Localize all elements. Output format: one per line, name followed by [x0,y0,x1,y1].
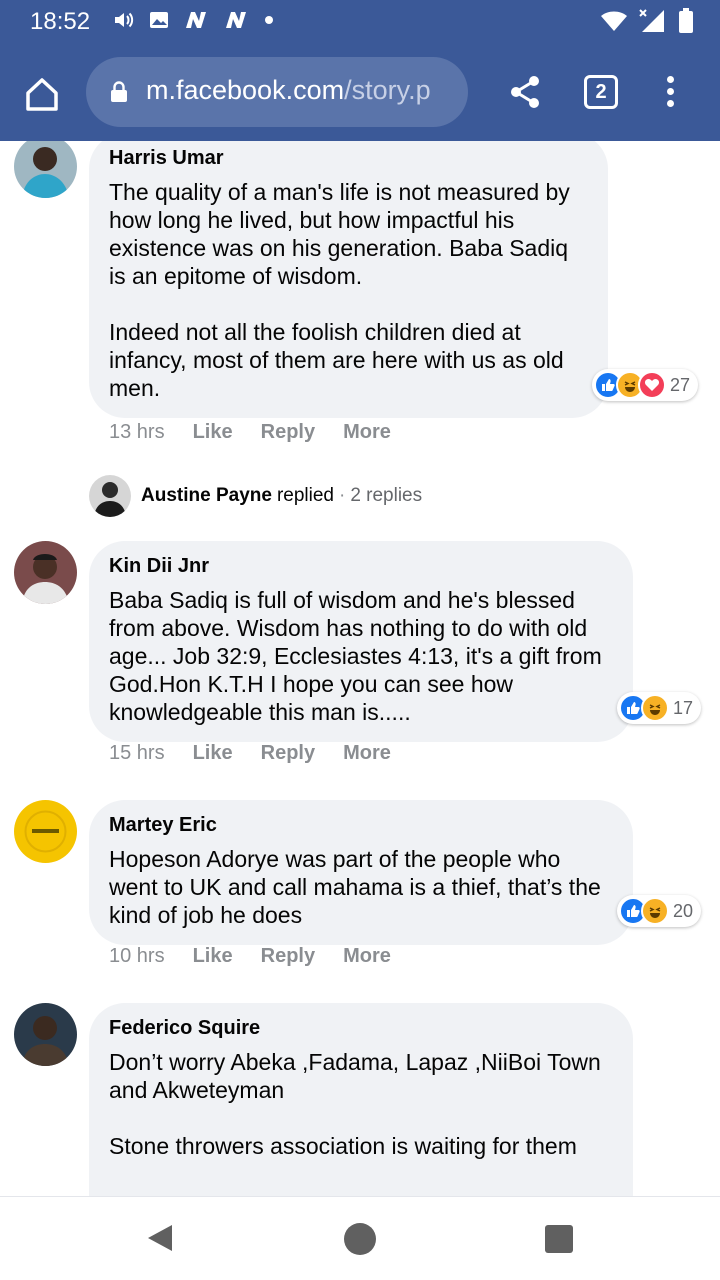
comment-text: Hopeson Adorye was part of the people wh… [109,846,601,928]
recents-icon[interactable] [545,1225,573,1253]
status-bar: 18:52 [0,0,720,44]
haha-reaction-icon [641,694,669,722]
avatar [89,475,131,517]
comment-text: The quality of a man's life is not measu… [109,179,570,401]
browser-header: 18:52 m.facebook.com/story.p 2 [0,0,720,141]
more-button[interactable]: More [343,421,391,444]
home-nav-icon[interactable] [344,1223,376,1255]
image-icon [150,12,168,28]
url-path: /story.p [344,75,431,105]
comment-author[interactable]: Kin Dii Jnr [109,555,613,578]
reply-verb: replied [276,485,334,506]
back-icon[interactable] [146,1223,174,1253]
comment-text: Baba Sadiq is full of wisdom and he's bl… [109,587,602,725]
comment-author[interactable]: Federico Squire [109,1017,613,1040]
overflow-menu-button[interactable] [660,76,680,108]
url-bar[interactable]: m.facebook.com/story.p [86,57,468,127]
reply-button[interactable]: Reply [261,742,315,765]
comment-actions: 13 hrs Like Reply More [109,421,391,444]
comment-author[interactable]: Martey Eric [109,814,613,837]
reactions-summary[interactable]: 27 [592,369,699,401]
system-nav-bar [0,1196,720,1280]
n-icon [226,12,246,28]
share-button[interactable] [508,74,542,110]
reply-button[interactable]: Reply [261,945,315,968]
url-text: m.facebook.com/story.p [146,75,456,106]
home-button[interactable] [22,74,62,114]
love-reaction-icon [638,371,666,399]
avatar[interactable] [14,541,77,604]
reactions-summary[interactable]: 20 [617,895,702,927]
separator-dot: · [338,485,346,506]
comment-author[interactable]: Harris Umar [109,147,588,170]
comment-timestamp[interactable]: 10 hrs [109,945,165,968]
volume-icon [115,12,134,28]
comment-timestamp[interactable]: 15 hrs [109,742,165,765]
n-icon [186,12,206,28]
reactions-summary[interactable]: 17 [617,692,702,724]
menu-dot-icon [666,88,674,95]
like-button[interactable]: Like [193,421,233,444]
comment-bubble: Martey Eric Hopeson Adorye was part of t… [89,800,633,945]
comment-actions: 10 hrs Like Reply More [109,945,391,968]
comment-actions: 15 hrs Like Reply More [109,742,391,765]
comment-bubble: Federico Squire Don’t worry Abeka ,Fadam… [89,1003,633,1196]
reaction-count: 20 [673,900,694,921]
home-icon [26,78,58,111]
battery-icon [679,8,693,33]
reaction-count: 27 [670,374,691,395]
tabs-button[interactable]: 2 [584,75,618,109]
status-icons-left [112,9,274,31]
status-time: 18:52 [30,8,91,35]
comment-bubble: Harris Umar The quality of a man's life … [89,141,608,418]
reply-count: 2 replies [350,485,423,506]
url-host: m.facebook.com [146,75,345,105]
like-button[interactable]: Like [193,945,233,968]
haha-reaction-icon [641,897,669,925]
reaction-count: 17 [673,697,694,718]
like-button[interactable]: Like [193,742,233,765]
more-button[interactable]: More [343,742,391,765]
dot-icon [265,16,273,24]
reply-button[interactable]: Reply [261,421,315,444]
signal-icon [639,9,664,32]
avatar[interactable] [14,800,77,863]
comment-text: Don’t worry Abeka ,Fadama, Lapaz ,NiiBoi… [109,1049,601,1159]
reply-author: Austine Payne [141,485,272,506]
status-icons-right [600,8,694,34]
lock-icon [111,81,127,102]
avatar[interactable] [14,1003,77,1066]
comment-timestamp[interactable]: 13 hrs [109,421,165,444]
avatar[interactable] [14,141,77,198]
more-button[interactable]: More [343,945,391,968]
wifi-icon [601,11,627,31]
comment-bubble: Kin Dii Jnr Baba Sadiq is full of wisdom… [89,541,633,742]
menu-dot-icon [666,100,674,107]
comments-list: Harris Umar The quality of a man's life … [0,141,720,1196]
share-icon [511,76,539,108]
menu-dot-icon [666,76,674,83]
view-replies-link[interactable]: Austine Payne replied · 2 replies [89,475,422,517]
